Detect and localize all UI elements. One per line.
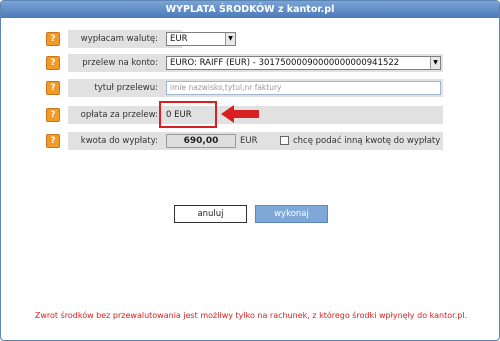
currency-label: wypłacam walutę: [68, 30, 162, 48]
chevron-down-icon: ▼ [225, 33, 235, 45]
chevron-down-icon: ▼ [430, 57, 440, 69]
transfer-account-value: EURO: RAIFF (EUR) - 30175000090000000000… [170, 58, 400, 68]
execute-button[interactable]: wykonaj [255, 205, 328, 223]
fee-label: opłata za przelew: [68, 106, 162, 124]
dialog-window: WYPLATA ŚRODKÓW z kantor.pl ? wypłacam w… [0, 0, 500, 341]
dialog-title: WYPLATA ŚRODKÓW z kantor.pl [1, 1, 499, 18]
help-icon[interactable]: ? [46, 32, 60, 46]
custom-amount-checkbox[interactable] [280, 136, 289, 145]
currency-select-value: EUR [170, 34, 188, 44]
row-currency: ? wypłacam walutę: EUR ▼ [1, 30, 499, 48]
help-icon[interactable]: ? [46, 108, 60, 122]
fee-highlight-box [159, 101, 217, 128]
title-label: tytuł przelewu: [68, 79, 162, 97]
row-transfer: ? przelew na konto: EURO: RAIFF (EUR) - … [1, 54, 499, 72]
footer-note: Zwrot środków bez przewalutowania jest m… [34, 311, 468, 320]
amount-value: 690,00 [166, 134, 236, 148]
custom-amount-label[interactable]: chcę podać inną kwotę do wypłaty [293, 132, 440, 150]
amount-currency: EUR [240, 136, 258, 146]
help-icon[interactable]: ? [46, 56, 60, 70]
transfer-account-select[interactable]: EURO: RAIFF (EUR) - 30175000090000000000… [166, 56, 441, 70]
currency-select[interactable]: EUR ▼ [166, 32, 236, 46]
row-amount: ? kwota do wypłaty: 690,00 EUR chcę poda… [1, 132, 499, 150]
help-icon[interactable]: ? [46, 81, 60, 95]
red-arrow-icon [221, 105, 259, 123]
transfer-title-input[interactable]: imie nazwisko,tytul,nr faktury [166, 81, 441, 95]
help-icon[interactable]: ? [46, 134, 60, 148]
row-title: ? tytuł przelewu: imie nazwisko,tytul,nr… [1, 79, 499, 97]
transfer-label: przelew na konto: [68, 54, 162, 72]
amount-label: kwota do wypłaty: [68, 132, 162, 150]
cancel-button[interactable]: anuluj [174, 205, 247, 223]
